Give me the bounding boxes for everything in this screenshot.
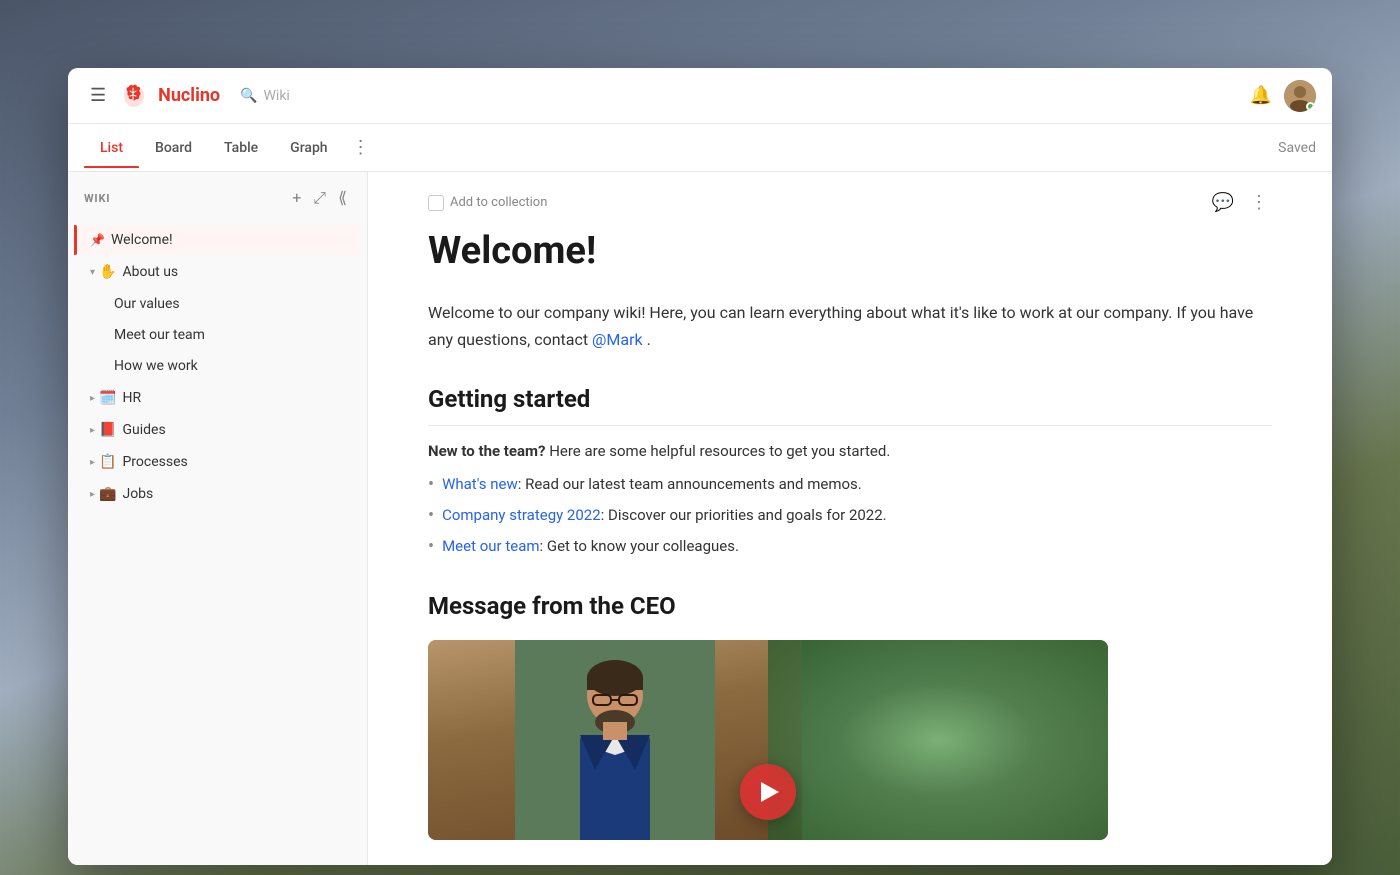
bell-icon[interactable]: 🔔 bbox=[1250, 85, 1272, 106]
jobs-emoji: 💼 bbox=[99, 486, 116, 502]
sidebar-item-our-values[interactable]: Our values bbox=[98, 289, 361, 319]
video-thumbnail[interactable] bbox=[428, 640, 1108, 840]
page-title: Welcome! bbox=[428, 229, 1272, 275]
sidebar: WIKI + ⤢ ⟪ 📌 Welcome! ▾ ✋ About us bbox=[68, 172, 368, 865]
main-layout: WIKI + ⤢ ⟪ 📌 Welcome! ▾ ✋ About us bbox=[68, 172, 1332, 865]
expand-icon[interactable]: ⤢ bbox=[309, 184, 330, 212]
new-to-team-label: New to the team? bbox=[428, 442, 545, 460]
top-bar: ☰ Nuclino 🔍 Wiki 🔔 bbox=[68, 68, 1332, 124]
comment-icon[interactable]: 💬 bbox=[1208, 188, 1238, 217]
bullet-item-1: What's new: Read our latest team announc… bbox=[442, 472, 862, 496]
logo-brain-icon bbox=[120, 80, 152, 112]
bullet-text-3: : Get to know your colleagues. bbox=[540, 537, 739, 555]
sidebar-header: WIKI + ⤢ ⟪ bbox=[68, 172, 367, 224]
tab-board[interactable]: Board bbox=[139, 128, 208, 168]
app-window: ☰ Nuclino 🔍 Wiki 🔔 bbox=[68, 68, 1332, 865]
guides-emoji: 📕 bbox=[99, 422, 116, 438]
sidebar-item-processes[interactable]: ▸ 📋 Processes bbox=[74, 447, 361, 477]
sidebar-item-welcome-label: Welcome! bbox=[111, 232, 329, 248]
meet-our-team-link[interactable]: Meet our team bbox=[442, 537, 539, 555]
ceo-section-title: Message from the CEO bbox=[428, 592, 1272, 620]
top-bar-right: 🔔 bbox=[1250, 80, 1316, 112]
saved-status: Saved bbox=[1278, 140, 1316, 156]
about-us-children: Our values Meet our team How we work bbox=[68, 288, 367, 382]
chevron-down-icon: ▾ bbox=[90, 267, 95, 278]
mention-link[interactable]: @Mark bbox=[592, 330, 643, 349]
bullet-item-2: Company strategy 2022: Discover our prio… bbox=[442, 503, 887, 527]
avatar[interactable] bbox=[1284, 80, 1316, 112]
whats-new-link[interactable]: What's new bbox=[442, 475, 518, 493]
search-area[interactable]: 🔍 Wiki bbox=[240, 88, 1250, 104]
new-to-team-body: Here are some helpful resources to get y… bbox=[549, 442, 890, 460]
logo-area: Nuclino bbox=[120, 80, 220, 112]
tab-more-icon[interactable]: ⋮ bbox=[344, 129, 378, 166]
sidebar-item-meet-our-team-label: Meet our team bbox=[114, 327, 345, 343]
content-icons: 💬 ⋮ bbox=[1208, 188, 1272, 217]
sidebar-header-icons: + ⤢ ⟪ bbox=[288, 184, 351, 212]
sidebar-item-about-us-label: About us bbox=[122, 264, 329, 280]
bullet-dot-3: • bbox=[428, 534, 434, 559]
sidebar-item-how-we-work-label: How we work bbox=[114, 358, 345, 374]
search-placeholder: Wiki bbox=[264, 88, 290, 104]
video-background bbox=[768, 640, 1108, 840]
intro-text: Welcome to our company wiki! Here, you c… bbox=[428, 303, 1253, 349]
sidebar-item-meet-our-team[interactable]: Meet our team bbox=[98, 320, 361, 350]
hr-emoji: 🗓️ bbox=[99, 390, 116, 406]
list-item: • Company strategy 2022: Discover our pr… bbox=[428, 503, 1272, 528]
add-to-collection-button[interactable]: Add to collection bbox=[428, 195, 547, 211]
page-intro: Welcome to our company wiki! Here, you c… bbox=[428, 299, 1272, 353]
list-item: • Meet our team: Get to know your collea… bbox=[428, 534, 1272, 559]
sidebar-item-welcome[interactable]: 📌 Welcome! bbox=[74, 225, 361, 255]
chevron-right-icon-jobs: ▸ bbox=[90, 489, 95, 500]
sidebar-item-about-us[interactable]: ▾ ✋ About us bbox=[74, 257, 361, 287]
hamburger-icon[interactable]: ☰ bbox=[84, 79, 112, 112]
tab-list[interactable]: List bbox=[84, 128, 139, 168]
add-item-icon[interactable]: + bbox=[288, 184, 305, 212]
list-item: • What's new: Read our latest team annou… bbox=[428, 472, 1272, 497]
bullet-dot: • bbox=[428, 472, 434, 497]
add-to-collection-label: Add to collection bbox=[450, 195, 547, 210]
tab-graph[interactable]: Graph bbox=[274, 128, 343, 168]
bullet-text-1: : Read our latest team announcements and… bbox=[518, 475, 862, 493]
chevron-right-icon-processes: ▸ bbox=[90, 457, 95, 468]
tab-bar: List Board Table Graph ⋮ Saved bbox=[68, 124, 1332, 172]
logo-text: Nuclino bbox=[158, 85, 220, 106]
content-area: Add to collection 💬 ⋮ Welcome! Welcome t… bbox=[368, 172, 1332, 865]
about-us-emoji: ✋ bbox=[99, 264, 116, 280]
sidebar-item-jobs[interactable]: ▸ 💼 Jobs bbox=[74, 479, 361, 509]
pin-icon: 📌 bbox=[90, 233, 105, 247]
sidebar-item-our-values-label: Our values bbox=[114, 296, 345, 312]
content-top-bar: Add to collection 💬 ⋮ bbox=[428, 172, 1272, 229]
sidebar-item-guides-label: Guides bbox=[122, 422, 329, 438]
getting-started-title: Getting started bbox=[428, 385, 1272, 426]
bullet-text-2: : Discover our priorities and goals for … bbox=[601, 506, 887, 524]
more-options-icon[interactable]: ⋮ bbox=[1246, 188, 1272, 217]
chevron-right-icon-hr: ▸ bbox=[90, 393, 95, 404]
chevron-right-icon-guides: ▸ bbox=[90, 425, 95, 436]
bullet-dot-2: • bbox=[428, 503, 434, 528]
sidebar-item-how-we-work[interactable]: How we work bbox=[98, 351, 361, 381]
bullet-item-3: Meet our team: Get to know your colleagu… bbox=[442, 534, 739, 558]
collapse-sidebar-icon[interactable]: ⟪ bbox=[334, 184, 351, 212]
tab-table[interactable]: Table bbox=[208, 128, 274, 168]
avatar-online-dot bbox=[1306, 102, 1315, 111]
intro-end: . bbox=[647, 330, 651, 349]
bullet-list: • What's new: Read our latest team annou… bbox=[428, 472, 1272, 560]
play-button[interactable] bbox=[740, 764, 796, 820]
search-icon: 🔍 bbox=[240, 88, 257, 104]
sidebar-item-guides[interactable]: ▸ 📕 Guides bbox=[74, 415, 361, 445]
processes-emoji: 📋 bbox=[99, 454, 116, 470]
wiki-label: WIKI bbox=[84, 192, 280, 205]
collection-checkbox[interactable] bbox=[428, 195, 444, 211]
sidebar-item-processes-label: Processes bbox=[122, 454, 329, 470]
play-triangle-icon bbox=[761, 782, 779, 802]
sidebar-item-hr-label: HR bbox=[122, 390, 329, 406]
company-strategy-link[interactable]: Company strategy 2022 bbox=[442, 506, 601, 524]
sidebar-item-jobs-label: Jobs bbox=[122, 486, 329, 502]
sidebar-item-hr[interactable]: ▸ 🗓️ HR bbox=[74, 383, 361, 413]
new-to-team-text: New to the team? Here are some helpful r… bbox=[428, 442, 1272, 460]
